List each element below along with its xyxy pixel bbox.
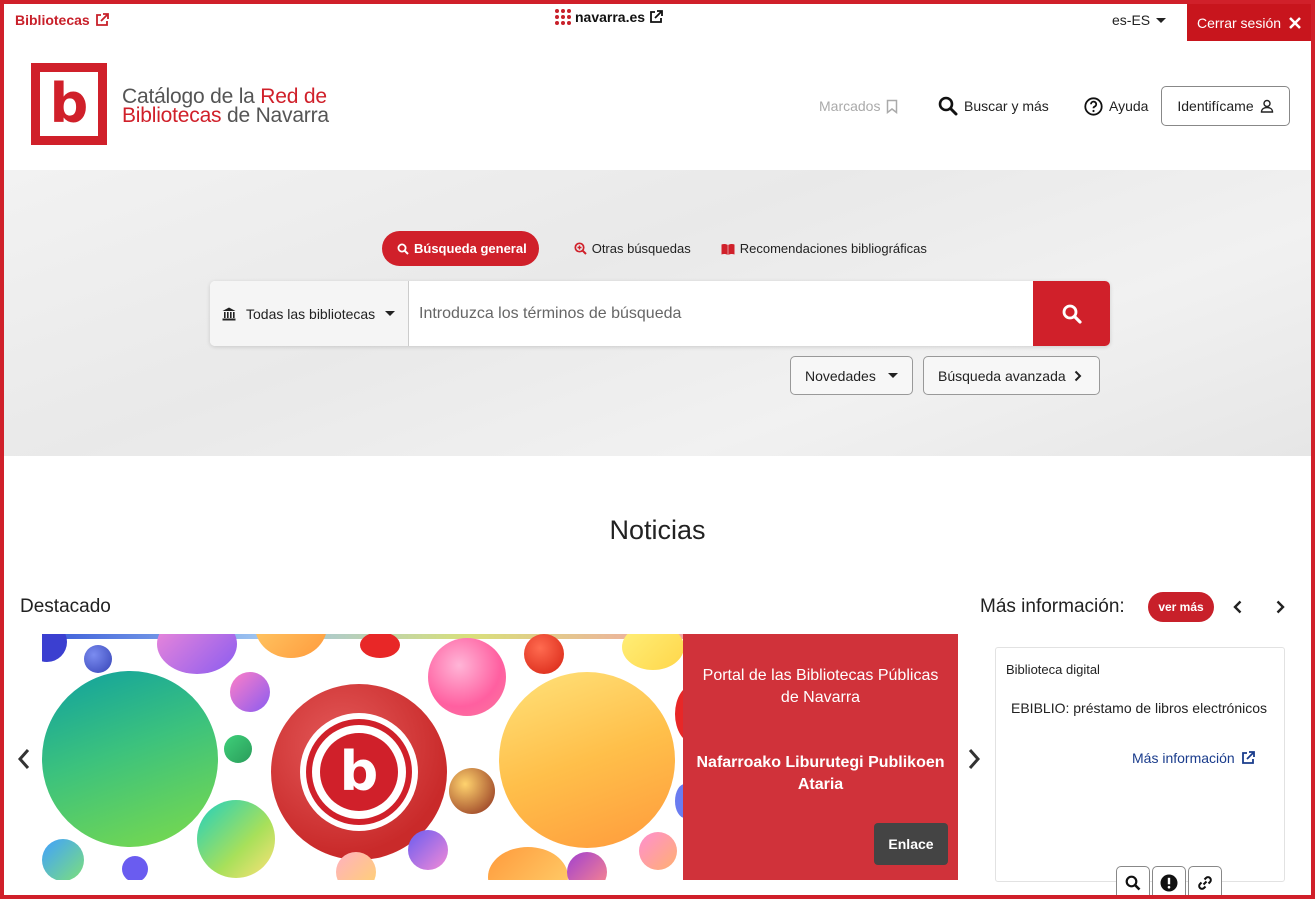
card-description: EBIBLIO: préstamo de libros electrónicos [1011, 700, 1268, 716]
logo-text-line2-b: de Navarra [221, 104, 329, 127]
novedades-dropdown[interactable]: Novedades [790, 356, 913, 395]
tab-recommendations-label: Recomendaciones bibliográficas [739, 241, 927, 256]
library-selector-label: Todas las bibliotecas [246, 305, 376, 322]
zoom-in-icon [574, 242, 587, 255]
tab-general-search[interactable]: Búsqueda general [382, 231, 539, 266]
navarra-link-label: navarra.es [575, 9, 646, 25]
advanced-search-label: Búsqueda avanzada [938, 367, 1066, 384]
tool-search-button[interactable] [1116, 866, 1150, 899]
chevron-left-icon[interactable] [1233, 600, 1243, 614]
carousel-next-icon[interactable] [967, 748, 981, 770]
carousel-prev-icon[interactable] [17, 748, 31, 770]
bibliotecas-link-label: Bibliotecas [15, 12, 90, 28]
nav-bookmarks-label: Marcados [819, 98, 881, 114]
search-tabs: Búsqueda general Otras búsquedas Recomen… [382, 231, 942, 266]
search-icon [1125, 875, 1141, 891]
search-submit-button[interactable] [1033, 281, 1110, 346]
logo-text[interactable]: Catálogo de la Red de Bibliotecas de Nav… [122, 86, 329, 127]
navarra-logo-icon [555, 9, 571, 25]
search-hero: Búsqueda general Otras búsquedas Recomen… [4, 170, 1311, 456]
search-icon [397, 243, 409, 255]
featured-slide-caption: Portal de las Bibliotecas Públicas de Na… [683, 634, 958, 880]
tool-alert-button[interactable] [1152, 866, 1186, 899]
nav-search[interactable]: Buscar y más [938, 86, 1049, 126]
logo-letter: b [40, 72, 98, 136]
navarra-link[interactable]: navarra.es [555, 9, 663, 25]
logo-text-line2-a: Bibliotecas [122, 104, 222, 127]
nav-help[interactable]: Ayuda [1084, 86, 1148, 126]
featured-slide-image: b [42, 634, 683, 880]
more-info-card: Biblioteca digital EBIBLIO: préstamo de … [995, 647, 1285, 882]
top-bar: Bibliotecas navarra.es es-ES Cerrar sesi… [0, 0, 1315, 42]
book-icon [721, 243, 735, 255]
slide-logo-letter: b [339, 740, 379, 803]
language-selector[interactable]: es-ES [1112, 12, 1167, 28]
search-input[interactable] [409, 281, 1033, 346]
link-icon [1198, 876, 1212, 890]
chevron-right-icon[interactable] [1275, 600, 1285, 614]
caret-down-icon [887, 373, 898, 378]
tab-general-search-label: Búsqueda general [414, 241, 527, 256]
external-link-icon [1241, 751, 1255, 764]
logo[interactable]: b [31, 63, 107, 145]
login-button[interactable]: Identifícame [1161, 86, 1290, 126]
featured-heading: Destacado [20, 596, 111, 617]
more-info-heading: Más información: [980, 596, 1125, 617]
card-more-info-label: Más información [1132, 750, 1235, 766]
login-label: Identifícame [1177, 98, 1254, 114]
alert-icon [1160, 874, 1178, 892]
tab-other-searches[interactable]: Otras búsquedas [559, 231, 706, 266]
help-icon [1084, 96, 1103, 116]
logout-button[interactable]: Cerrar sesión [1187, 4, 1311, 41]
slide-title-es: Portal de las Bibliotecas Públicas de Na… [702, 667, 939, 706]
slide-title-eu: Nafarroako Liburutegi Publikoen Ataria [696, 754, 945, 793]
close-icon [1289, 16, 1301, 29]
tab-other-searches-label: Otras búsquedas [591, 241, 691, 256]
bibliotecas-link[interactable]: Bibliotecas [15, 12, 109, 28]
language-label: es-ES [1112, 12, 1151, 28]
tab-recommendations[interactable]: Recomendaciones bibliográficas [706, 231, 942, 266]
library-building-icon [222, 307, 236, 320]
featured-slide: b Portal de las Bibliotecas Públicas de … [42, 634, 958, 880]
user-icon [1260, 99, 1273, 113]
search-icon [938, 96, 958, 116]
search-bar: Todas las bibliotecas [210, 281, 1110, 346]
slide-link-button[interactable]: Enlace [874, 823, 948, 865]
caret-down-icon [1156, 17, 1167, 23]
bookmark-icon [887, 99, 898, 114]
news-title: Noticias [609, 515, 706, 545]
search-icon [1062, 304, 1082, 324]
ver-mas-button[interactable]: ver más [1148, 592, 1214, 622]
external-link-icon [650, 10, 663, 23]
site-header: b Catálogo de la Red de Bibliotecas de N… [4, 42, 1311, 170]
advanced-search-button[interactable]: Búsqueda avanzada [923, 356, 1100, 395]
nav-help-label: Ayuda [1109, 98, 1149, 114]
card-category: Biblioteca digital [1006, 662, 1100, 677]
novedades-label: Novedades [805, 367, 876, 384]
chevron-right-icon [1074, 370, 1082, 381]
nav-bookmarks[interactable]: Marcados [819, 86, 898, 126]
library-selector[interactable]: Todas las bibliotecas [210, 281, 409, 346]
tool-link-button[interactable] [1188, 866, 1222, 899]
card-more-info-link[interactable]: Más información [1132, 750, 1255, 766]
external-link-icon [95, 13, 109, 26]
caret-down-icon [385, 311, 396, 316]
nav-search-label: Buscar y más [964, 98, 1049, 114]
logout-label: Cerrar sesión [1196, 14, 1282, 31]
floating-tools [1116, 866, 1222, 899]
